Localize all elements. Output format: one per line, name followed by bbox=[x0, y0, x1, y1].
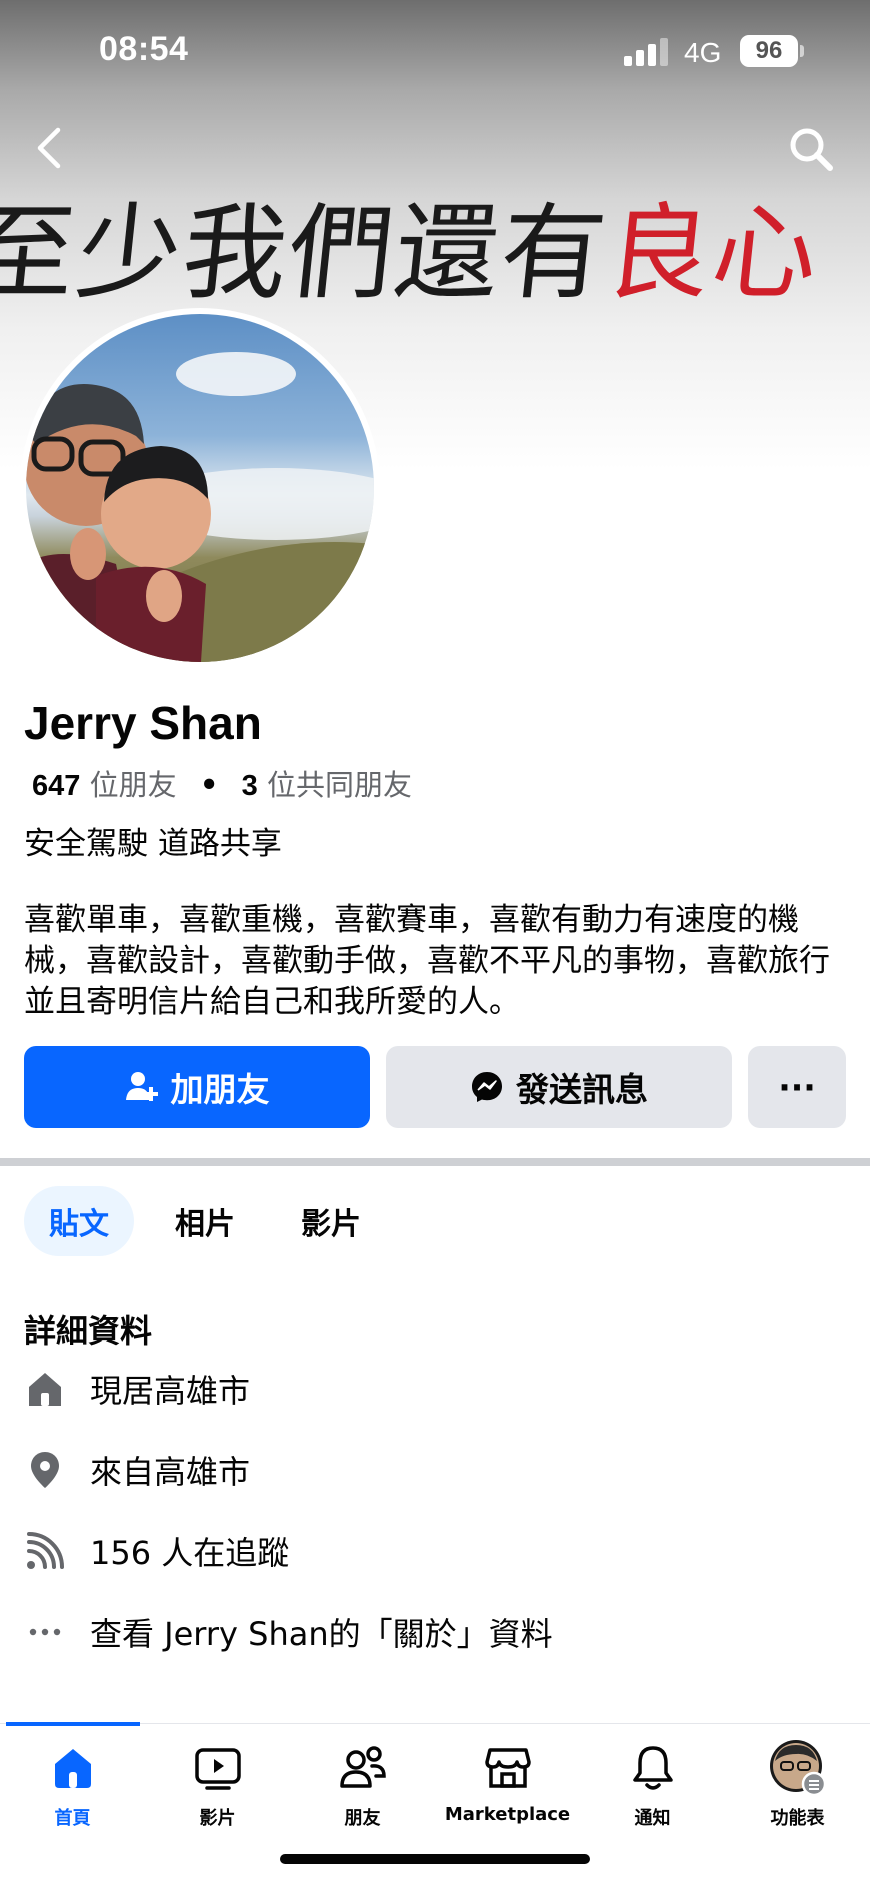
tab-videos[interactable]: 影片 bbox=[286, 1186, 376, 1256]
marketplace-icon bbox=[435, 1740, 580, 1796]
video-icon bbox=[145, 1740, 290, 1796]
add-friend-button[interactable]: 加朋友 bbox=[24, 1046, 370, 1128]
nav-notifications[interactable]: 通知 bbox=[580, 1740, 725, 1830]
bio-headline: 安全駕駛 道路共享 bbox=[24, 826, 282, 862]
tab-posts[interactable]: 貼文 bbox=[24, 1186, 134, 1256]
more-options-button[interactable]: ··· bbox=[748, 1046, 846, 1128]
messenger-icon bbox=[472, 1072, 502, 1102]
detail-followers[interactable]: 156 人在追蹤 bbox=[24, 1526, 289, 1576]
search-button[interactable] bbox=[786, 124, 836, 174]
detail-text: 查看 Jerry Shan的「關於」資料 bbox=[90, 1615, 553, 1653]
details-heading: 詳細資料 bbox=[24, 1312, 153, 1350]
more-dots-icon: ··· bbox=[778, 1067, 816, 1107]
nav-marketplace[interactable]: Marketplace bbox=[435, 1740, 580, 1825]
home-icon bbox=[0, 1740, 145, 1796]
battery-icon: 96 bbox=[740, 35, 798, 67]
network-type: 4G bbox=[684, 37, 722, 68]
rss-icon bbox=[24, 1530, 66, 1572]
mutual-count: 3 bbox=[241, 770, 258, 802]
detail-text: 來自高雄市 bbox=[90, 1453, 251, 1491]
signal-icon bbox=[624, 38, 670, 66]
detail-see-about[interactable]: 查看 Jerry Shan的「關於」資料 bbox=[24, 1607, 553, 1657]
friends-label: 位朋友 bbox=[89, 768, 177, 802]
more-dots-icon bbox=[24, 1611, 66, 1653]
cover-handwriting: 至少我們還有良心 bbox=[0, 192, 826, 314]
section-divider bbox=[0, 1158, 870, 1166]
tab-photos[interactable]: 相片 bbox=[160, 1186, 250, 1256]
back-button[interactable] bbox=[28, 122, 72, 174]
friends-count: 647 bbox=[32, 770, 81, 802]
mutual-label: 位共同朋友 bbox=[266, 768, 412, 802]
nav-active-indicator bbox=[6, 1722, 140, 1726]
add-friend-label: 加朋友 bbox=[170, 1070, 270, 1109]
search-icon bbox=[790, 128, 833, 171]
nav-home[interactable]: 首頁 bbox=[0, 1740, 145, 1830]
detail-text: 現居高雄市 bbox=[90, 1372, 251, 1410]
profile-picture[interactable] bbox=[20, 308, 380, 668]
bell-icon bbox=[580, 1740, 725, 1796]
home-indicator bbox=[280, 1854, 590, 1864]
add-friend-icon bbox=[125, 1072, 158, 1101]
nav-menu[interactable]: 功能表 bbox=[725, 1740, 870, 1830]
nav-friends[interactable]: 朋友 bbox=[290, 1740, 435, 1830]
menu-avatar-icon bbox=[725, 1740, 870, 1797]
location-pin-icon bbox=[24, 1449, 66, 1491]
profile-name: Jerry Shan bbox=[24, 697, 262, 749]
avatar bbox=[26, 314, 374, 662]
bio-text: 喜歡單車，喜歡重機，喜歡賽車，喜歡有動力有速度的機械，喜歡設計，喜歡動手做，喜歡… bbox=[24, 902, 830, 1020]
friend-counts[interactable]: 647 位朋友 • 3 位共同朋友 bbox=[32, 762, 412, 804]
chevron-left-icon bbox=[37, 127, 61, 169]
send-message-label: 發送訊息 bbox=[516, 1070, 648, 1109]
detail-lives-in[interactable]: 現居高雄市 bbox=[24, 1364, 250, 1414]
status-time: 08:54 bbox=[99, 30, 189, 68]
detail-from[interactable]: 來自高雄市 bbox=[24, 1445, 250, 1495]
status-bar: 08:54 4G 96 bbox=[0, 0, 870, 100]
nav-video[interactable]: 影片 bbox=[145, 1740, 290, 1830]
friends-icon bbox=[290, 1740, 435, 1796]
send-message-button[interactable]: 發送訊息 bbox=[386, 1046, 732, 1128]
detail-text: 156 人在追蹤 bbox=[90, 1534, 290, 1572]
avatar-photo bbox=[26, 352, 374, 662]
home-icon bbox=[24, 1368, 66, 1410]
